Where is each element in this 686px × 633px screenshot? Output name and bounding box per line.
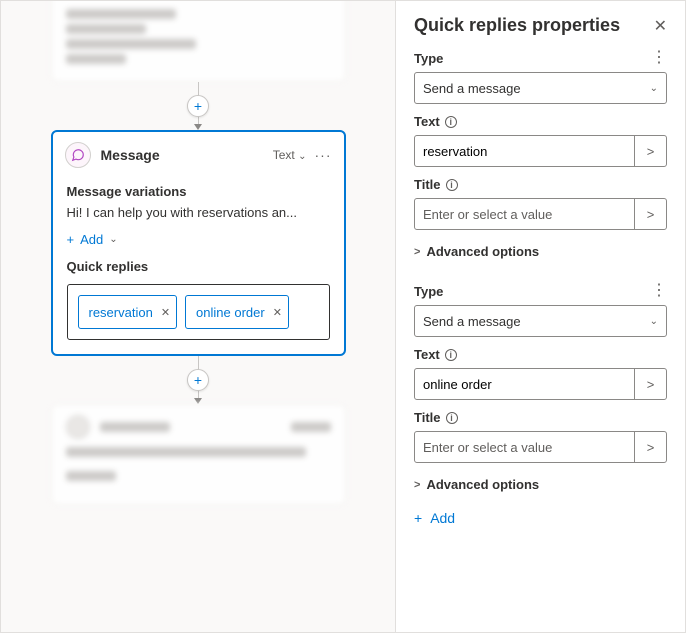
message-icon [65, 142, 91, 168]
variation-text[interactable]: Hi! I can help you with reservations an.… [53, 203, 344, 222]
group-more-menu[interactable]: ⋮ [651, 283, 667, 299]
remove-chip-icon[interactable]: ✕ [273, 306, 282, 319]
text-label: Texti [414, 114, 457, 129]
advanced-options-toggle[interactable]: > Advanced options [414, 244, 667, 259]
type-label: Type [414, 51, 443, 66]
message-node-selected[interactable]: Message Text ⌄ ··· Message variations Hi… [51, 130, 346, 356]
connector: + [194, 356, 202, 404]
advanced-options-toggle[interactable]: > Advanced options [414, 477, 667, 492]
blurred-card-top [51, 1, 346, 82]
add-quick-reply-button[interactable]: + Add [414, 510, 667, 526]
blurred-card-bottom [51, 404, 346, 505]
add-node-button[interactable]: + [187, 95, 209, 117]
text-input[interactable]: > [414, 368, 667, 400]
expand-picker-button[interactable]: > [634, 136, 666, 166]
info-icon[interactable]: i [445, 116, 457, 128]
title-label: Titlei [414, 410, 458, 425]
group-more-menu[interactable]: ⋮ [651, 50, 667, 66]
title-input[interactable]: > [414, 198, 667, 230]
info-icon[interactable]: i [445, 349, 457, 361]
title-input[interactable]: > [414, 431, 667, 463]
quick-replies-container[interactable]: reservation ✕ online order ✕ [67, 284, 330, 340]
info-icon[interactable]: i [446, 179, 458, 191]
chevron-down-icon: ⌄ [109, 234, 117, 245]
close-panel-button[interactable]: ✕ [654, 16, 667, 36]
type-select[interactable]: Send a message ⌄ [414, 72, 667, 104]
expand-picker-button[interactable]: > [634, 369, 666, 399]
chevron-right-icon: > [414, 246, 420, 258]
info-icon[interactable]: i [446, 412, 458, 424]
chevron-down-icon: ⌄ [650, 316, 658, 327]
chevron-right-icon: > [414, 479, 420, 491]
type-select[interactable]: Send a message ⌄ [414, 305, 667, 337]
authoring-canvas: + Message Text ⌄ ··· Message variations … [1, 1, 395, 632]
properties-panel: Quick replies properties ✕ Type ⋮ Send a… [395, 1, 685, 632]
add-variation-button[interactable]: + Add ⌄ [53, 222, 344, 253]
quick-reply-chip[interactable]: reservation ✕ [78, 295, 178, 329]
plus-icon: + [67, 232, 75, 247]
quick-reply-chip[interactable]: online order ✕ [185, 295, 289, 329]
remove-chip-icon[interactable]: ✕ [161, 306, 170, 319]
plus-icon: + [414, 510, 422, 526]
expand-picker-button[interactable]: > [634, 199, 666, 229]
type-label: Type [414, 284, 443, 299]
add-node-button[interactable]: + [187, 369, 209, 391]
node-more-menu[interactable]: ··· [315, 147, 332, 163]
output-type-selector[interactable]: Text ⌄ [273, 148, 307, 162]
panel-title: Quick replies properties [414, 15, 620, 36]
title-label: Titlei [414, 177, 458, 192]
variations-heading: Message variations [53, 178, 344, 203]
chevron-down-icon: ⌄ [650, 83, 658, 94]
text-input[interactable]: > [414, 135, 667, 167]
connector: + [194, 82, 202, 130]
quick-replies-heading: Quick replies [53, 253, 344, 278]
expand-picker-button[interactable]: > [634, 432, 666, 462]
text-label: Texti [414, 347, 457, 362]
node-title: Message [101, 147, 273, 163]
